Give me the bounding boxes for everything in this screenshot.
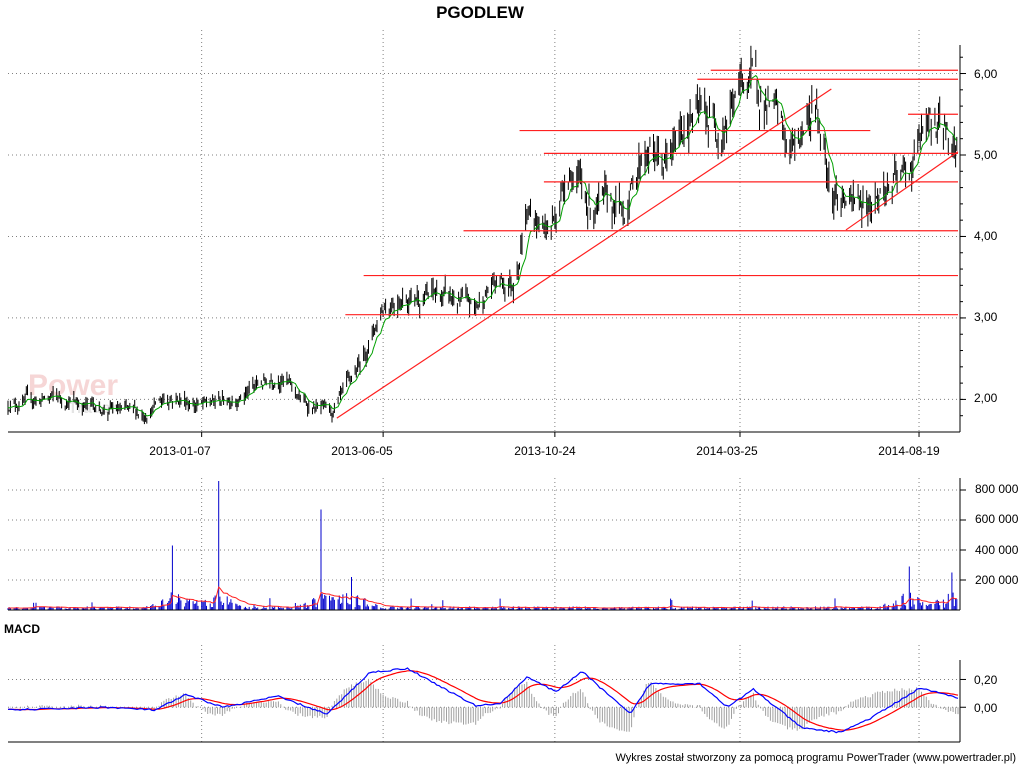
x-tick-label: 2014-08-19 <box>878 444 940 458</box>
x-tick-label: 2013-10-24 <box>514 444 576 458</box>
y-tick-label: 4,00 <box>974 229 998 243</box>
y-tick-label: 2,00 <box>974 391 998 405</box>
y-tick-label: 400 000 <box>975 543 1019 557</box>
footer-credit: Wykres został stworzony za pomocą progra… <box>615 752 1016 764</box>
y-tick-label: 3,00 <box>974 310 998 324</box>
macd-panel-label: MACD <box>4 622 40 636</box>
x-tick-label: 2013-01-07 <box>149 444 211 458</box>
x-tick-label: 2013-06-05 <box>331 444 393 458</box>
y-tick-label: 0,20 <box>974 673 998 687</box>
y-tick-label: 200 000 <box>975 573 1019 587</box>
y-tick-label: 800 000 <box>975 482 1019 496</box>
x-tick-label: 2014-03-25 <box>696 444 758 458</box>
y-tick-label: 0,00 <box>974 701 998 715</box>
y-tick-label: 600 000 <box>975 512 1019 526</box>
y-tick-label: 5,00 <box>974 148 998 162</box>
watermark-main: Power <box>28 369 118 402</box>
stock-chart: Power Trader PGODLEW 2013-01-07 2013-06-… <box>0 0 1024 768</box>
chart-title: PGODLEW <box>436 3 525 22</box>
y-tick-label: 6,00 <box>974 67 998 81</box>
